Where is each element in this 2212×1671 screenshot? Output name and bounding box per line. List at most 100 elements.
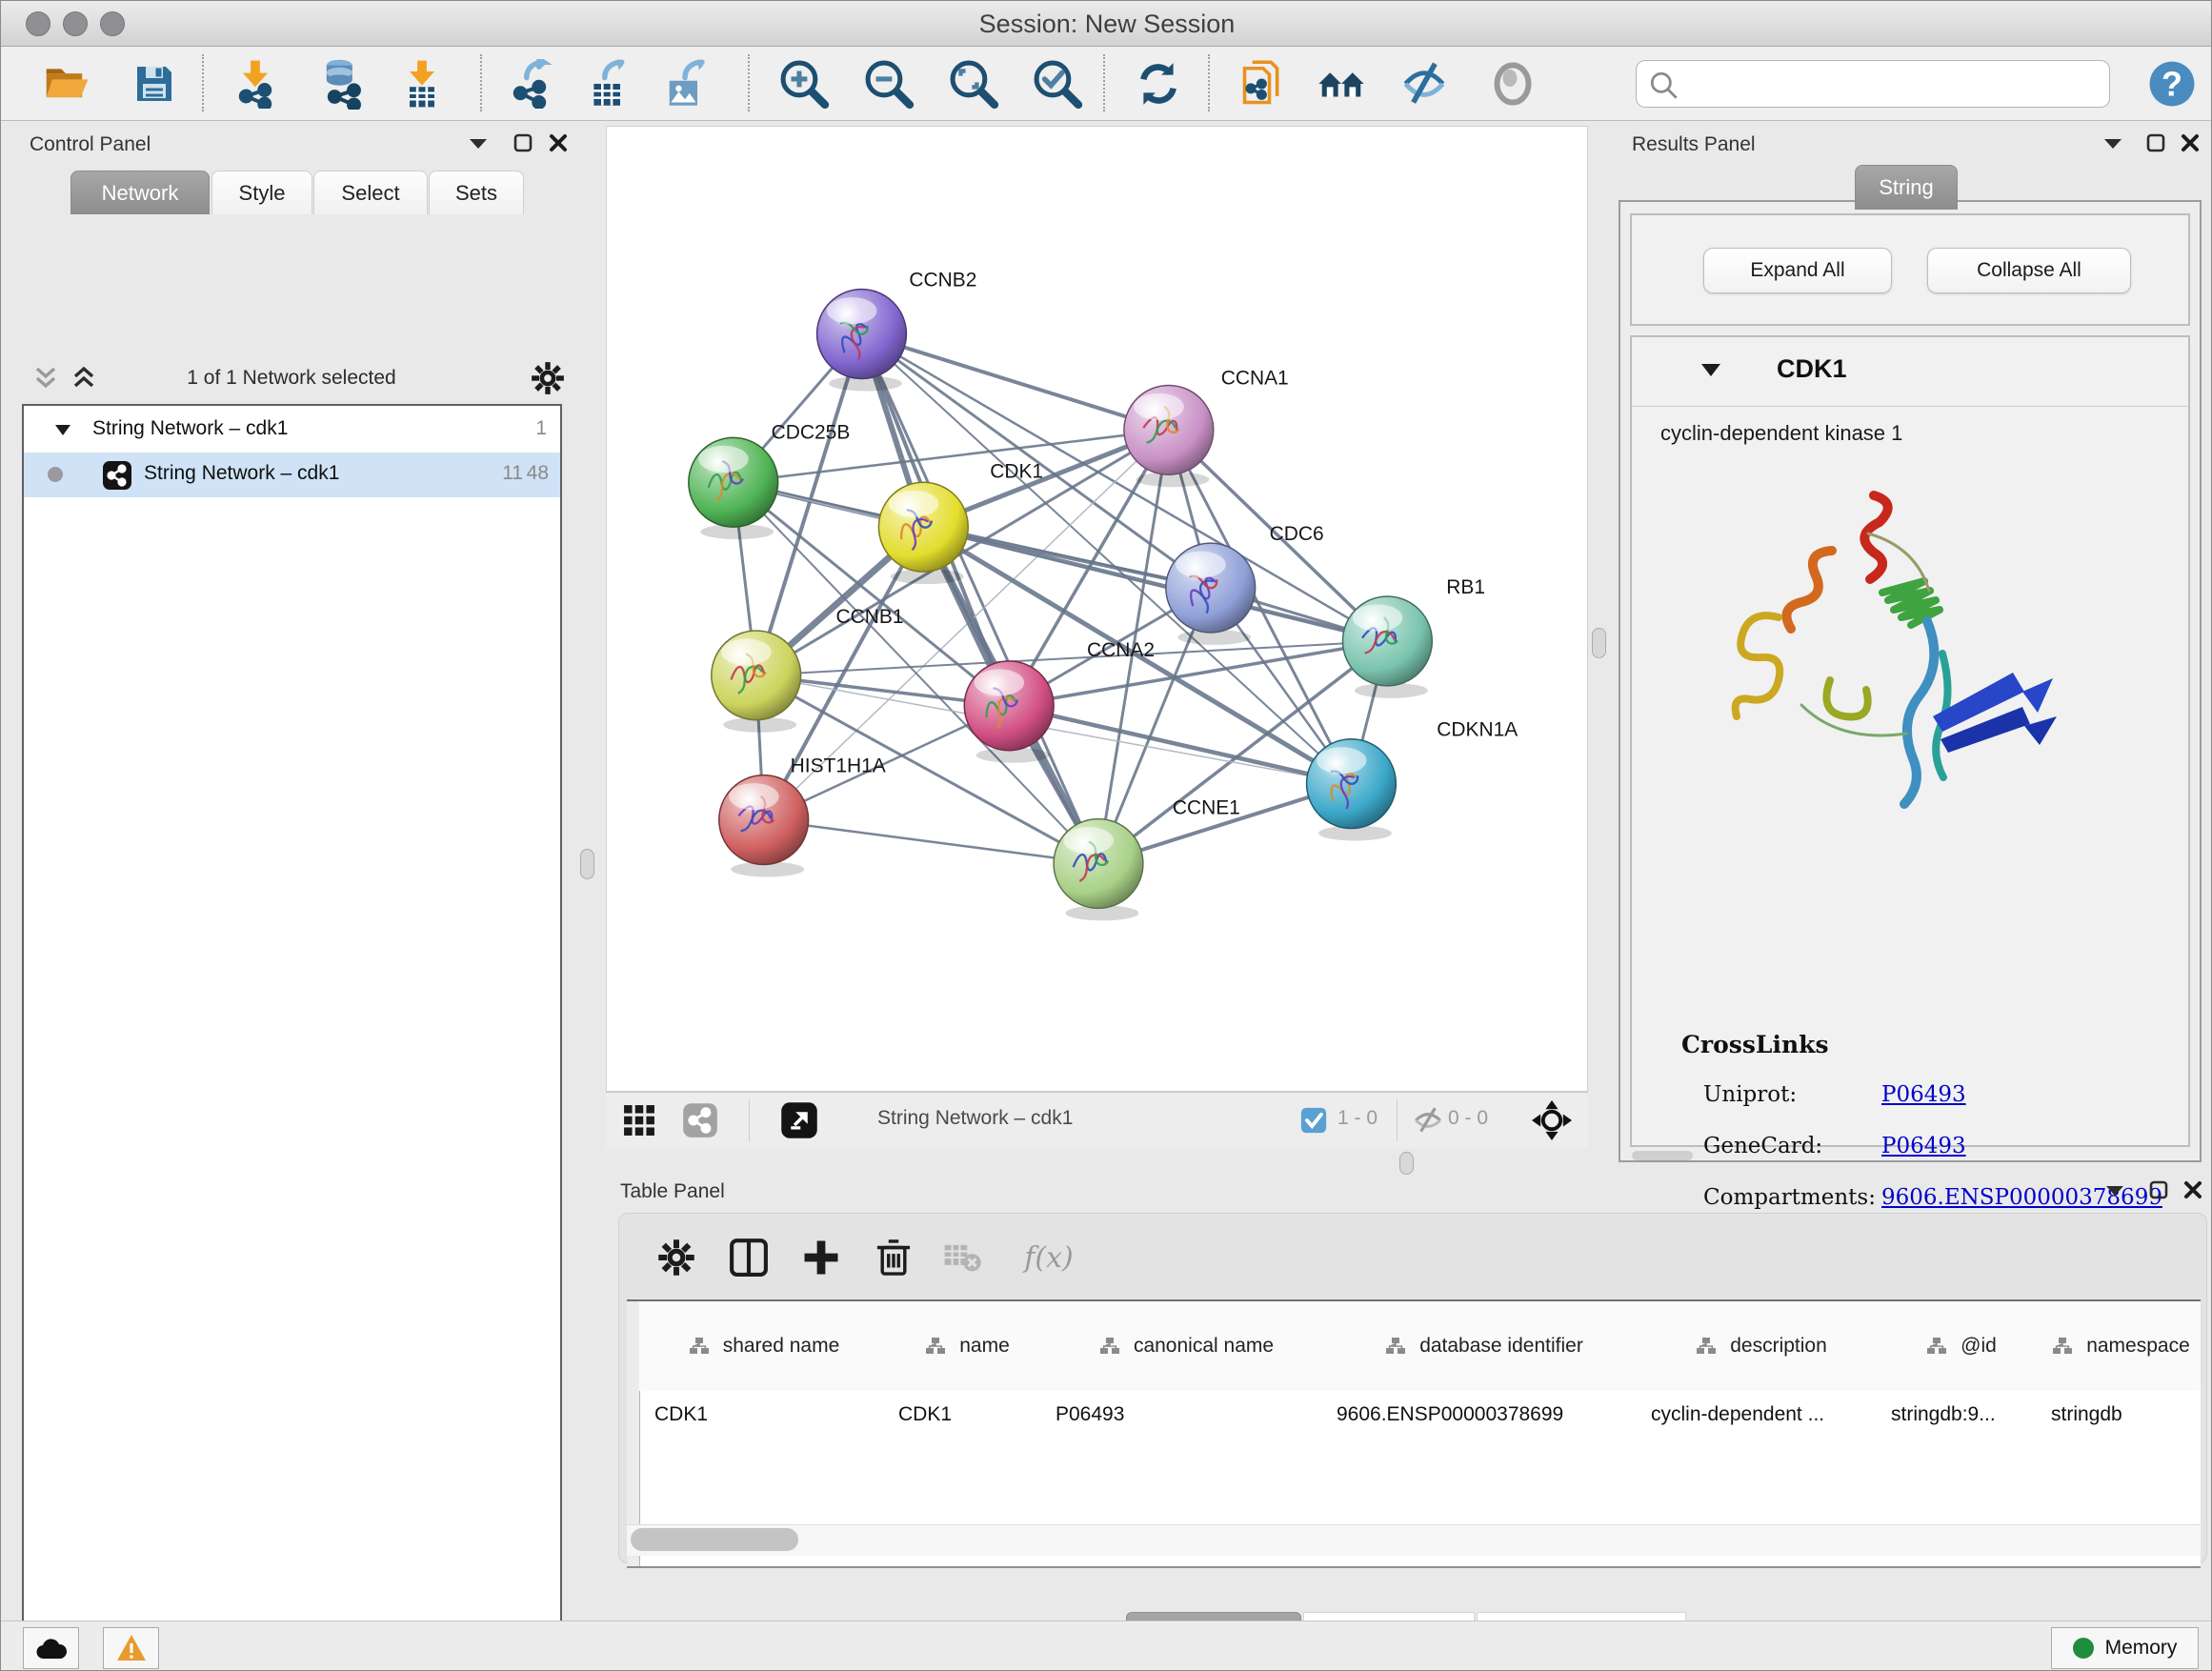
string-network-icon (102, 460, 132, 491)
results-panel-menu-icon[interactable] (2102, 135, 2123, 151)
tab-select[interactable]: Select (313, 171, 428, 214)
export-image-icon[interactable] (659, 58, 711, 110)
create-column-icon[interactable] (794, 1231, 848, 1284)
protein-card-header[interactable]: CDK1 (1632, 337, 2188, 407)
zoom-selected-icon[interactable] (1032, 58, 1083, 110)
right-splitter-handle[interactable] (1592, 628, 1606, 658)
birds-eye-view-icon[interactable] (1532, 1101, 1572, 1139)
hide-selected-icon[interactable] (1398, 58, 1450, 110)
network-options-gear-icon[interactable] (531, 361, 565, 395)
table-cell[interactable]: stringdb (2041, 1391, 2201, 1439)
horizontal-splitter-handle[interactable] (1399, 1152, 1414, 1175)
network-edge-CCNB2-CCNE1[interactable] (861, 334, 1098, 864)
column-type-icon (689, 1337, 710, 1356)
column-header-label: @id (1961, 1335, 1997, 1358)
table-cell[interactable]: CDK1 (889, 1391, 1046, 1439)
search-box (1636, 60, 2110, 108)
zoom-fit-content-icon[interactable] (948, 58, 999, 110)
table-cell[interactable]: 9606.ENSP00000378699 (1327, 1391, 1641, 1439)
export-network-icon[interactable] (504, 58, 555, 110)
column-header-description[interactable]: description (1641, 1301, 1882, 1391)
toolbar-separator (202, 54, 204, 111)
node-label-CDK1: CDK1 (990, 460, 1043, 482)
table-cell[interactable]: stringdb:9... (1881, 1391, 2041, 1439)
column-type-icon (2052, 1337, 2073, 1356)
hscrollbar-track[interactable] (627, 1524, 2201, 1556)
network-graph[interactable]: CCNB2CCNA1CDC25BCDK1CDC6RB1CCNB1CCNA2CDK… (607, 127, 1587, 1091)
memory-button[interactable]: Memory (2051, 1627, 2199, 1669)
control-panel-float-icon[interactable] (513, 133, 533, 152)
network-edge-CCNA2-CDKN1A[interactable] (1009, 706, 1351, 784)
detach-view-icon[interactable] (779, 1101, 819, 1139)
hidden-count: 0 - 0 (1448, 1107, 1488, 1130)
zoom-out-icon[interactable] (863, 58, 915, 110)
column-header-label: description (1730, 1335, 1827, 1358)
network-view-canvas[interactable]: CCNB2CCNA1CDC25BCDK1CDC6RB1CCNB1CCNA2CDK… (606, 126, 1588, 1092)
left-splitter-handle[interactable] (580, 849, 594, 879)
column-header--id[interactable]: @id (1881, 1301, 2042, 1391)
collection-expand-icon[interactable] (54, 423, 71, 436)
grid-view-icon[interactable] (619, 1101, 659, 1139)
node-label-CCNB1: CCNB1 (836, 606, 904, 628)
column-header-database-identifier[interactable]: database identifier (1327, 1301, 1642, 1391)
node-gloss (1176, 552, 1226, 578)
table-cell[interactable]: CDK1 (639, 1391, 889, 1439)
column-header-canonical-name[interactable]: canonical name (1046, 1301, 1328, 1391)
column-header-name[interactable]: name (889, 1301, 1047, 1391)
table-cell[interactable]: P06493 (1046, 1391, 1327, 1439)
export-table-icon[interactable] (582, 58, 633, 110)
network-collection-row[interactable]: String Network – cdk1 1 (24, 408, 560, 453)
table-cell[interactable]: cyclin-dependent ... (1641, 1391, 1881, 1439)
selected-checkbox-icon[interactable] (1299, 1101, 1328, 1139)
control-panel-close-icon[interactable] (549, 133, 568, 152)
import-network-from-file-icon[interactable] (230, 58, 281, 110)
table-panel: Table Panel f(x) (606, 1175, 2212, 1621)
hscrollbar-thumb[interactable] (631, 1528, 798, 1551)
control-panel-menu-icon[interactable] (468, 135, 489, 151)
crosslink-uniprot-link[interactable]: P06493 (1881, 1082, 1966, 1107)
warning-status-button[interactable] (103, 1627, 159, 1669)
search-input[interactable] (1686, 65, 2100, 103)
tab-sets[interactable]: Sets (429, 171, 524, 214)
network-share-view-icon[interactable] (680, 1101, 720, 1139)
results-scrollbar-thumb[interactable] (1632, 1151, 1693, 1160)
column-type-icon (1385, 1337, 1406, 1356)
save-session-icon[interactable] (129, 58, 180, 110)
warning-icon (116, 1634, 147, 1662)
protein-collapse-icon[interactable] (1700, 362, 1721, 378)
delete-column-icon[interactable] (867, 1231, 920, 1284)
crosslink-genecard-link[interactable]: P06493 (1881, 1134, 1966, 1158)
column-header-namespace[interactable]: namespace (2041, 1301, 2202, 1391)
cloud-status-button[interactable] (23, 1627, 79, 1669)
help-icon[interactable]: ? (2146, 58, 2198, 110)
zoom-in-icon[interactable] (778, 58, 830, 110)
open-session-icon[interactable] (40, 58, 91, 110)
create-network-from-selection-icon[interactable] (1237, 58, 1289, 110)
table-panel-float-icon[interactable] (2149, 1180, 2168, 1199)
results-panel-float-icon[interactable] (2146, 133, 2165, 152)
show-all-icon[interactable] (1487, 58, 1538, 110)
import-network-from-database-icon[interactable] (315, 58, 367, 110)
node-label-CDC25B: CDC25B (772, 421, 851, 443)
collection-count: 1 (509, 417, 547, 440)
expand-all-button[interactable]: Expand All (1703, 248, 1892, 293)
search-icon (1648, 70, 1680, 102)
hidden-eye-icon[interactable] (1408, 1101, 1448, 1139)
table-panel-menu-icon[interactable] (2104, 1182, 2125, 1198)
network-row[interactable]: String Network – cdk1 11 48 (24, 453, 560, 497)
collapse-all-button[interactable]: Collapse All (1927, 248, 2131, 293)
table-panel-close-icon[interactable] (2183, 1180, 2202, 1199)
column-header-shared-name[interactable]: shared name (639, 1301, 890, 1391)
network-view-toolbar: String Network – cdk1 1 - 0 0 - 0 (606, 1092, 1588, 1148)
first-neighbors-icon[interactable] (1316, 58, 1367, 110)
results-panel-close-icon[interactable] (2181, 133, 2200, 152)
tab-network[interactable]: Network (70, 171, 210, 214)
table-options-gear-icon[interactable] (650, 1231, 703, 1284)
show-columns-icon[interactable] (722, 1231, 775, 1284)
tab-style[interactable]: Style (211, 171, 312, 214)
refresh-icon[interactable] (1133, 58, 1184, 110)
network-edge-CCNB2-CCNA1[interactable] (861, 334, 1168, 431)
network-edge-HIST1H1A-CCNE1[interactable] (764, 820, 1098, 864)
tab-string[interactable]: String (1855, 165, 1958, 210)
import-table-from-file-icon[interactable] (396, 58, 448, 110)
